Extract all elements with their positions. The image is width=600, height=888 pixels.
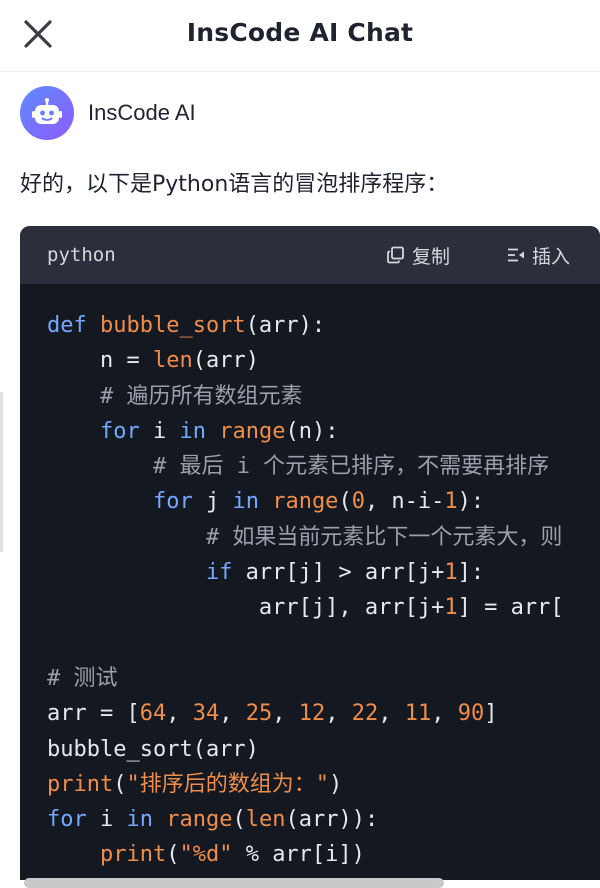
code-token: 1 [444, 489, 458, 515]
code-token: , [272, 701, 299, 727]
code-token: ] = arr[ [457, 595, 564, 621]
code-line: # 遍历所有数组元素 [20, 379, 600, 414]
code-token: , n-i- [364, 489, 445, 515]
code-token: bubble_sort [99, 313, 246, 338]
code-token: , [378, 701, 405, 727]
code-token: in [126, 807, 167, 833]
code-token: if [47, 560, 233, 586]
code-token: range [272, 489, 339, 515]
code-token: ( [166, 842, 180, 868]
code-line: bubble_sort(arr) [20, 732, 600, 767]
code-token: , [166, 701, 193, 727]
code-token: in [232, 489, 273, 515]
code-line: arr[j], arr[j+1] = arr[ [20, 590, 600, 625]
code-line: n = len(arr) [20, 343, 600, 378]
message-intro-text: 好的，以下是Python语言的冒泡排序程序： [20, 172, 449, 197]
code-token: (arr) [192, 348, 259, 374]
code-token: 34 [192, 701, 220, 727]
code-line: # 如果当前元素比下一个元素大，则 [20, 520, 600, 555]
code-token: len [245, 807, 286, 833]
avatar [20, 86, 74, 140]
code-token: , [325, 701, 352, 727]
code-token: 1 [444, 595, 458, 621]
code-token: def [47, 313, 100, 338]
copy-icon [387, 246, 404, 264]
insert-icon [508, 248, 524, 262]
code-block: python 复制 插入 def bubble_sort(arr): n = l… [20, 226, 600, 880]
code-token: in [179, 418, 220, 444]
code-token: # 如果当前元素比下一个元素大，则 [47, 524, 563, 550]
sender-name: InsCode AI [88, 100, 196, 125]
code-line: arr = [64, 34, 25, 12, 22, 11, 90] [20, 696, 600, 731]
code-token: (arr)): [285, 807, 379, 833]
code-token: ): [457, 489, 485, 515]
code-token: ( [338, 489, 352, 515]
code-token: arr[j] > arr[j+ [232, 560, 445, 586]
code-token: range [219, 418, 286, 444]
code-token: 64 [139, 701, 167, 727]
code-line: def bubble_sort(arr): [20, 308, 600, 343]
code-token: ) [328, 771, 343, 797]
code-token: ] [484, 701, 498, 727]
code-line: # 最后 i 个元素已排序，不需要再排序 [20, 449, 600, 484]
code-line: print("排序后的数组为：") [20, 767, 600, 802]
code-token: ]: [457, 560, 485, 586]
code-token: j [192, 489, 233, 515]
code-token: # 遍历所有数组元素 [47, 383, 303, 409]
code-token: n = [47, 348, 153, 374]
code-token: 22 [351, 701, 379, 727]
code-token: len [152, 348, 193, 374]
code-token: % arr[i]) [232, 842, 365, 868]
code-token: bubble_sort(arr) [47, 736, 259, 762]
code-block-header: python 复制 插入 [20, 226, 600, 284]
code-token: for [47, 807, 87, 833]
code-token: 12 [298, 701, 326, 727]
insert-button[interactable]: 插入 [506, 240, 570, 270]
insert-button-label: 插入 [532, 245, 571, 268]
code-line: for j in range(0, n-i-1): [20, 484, 600, 519]
code-line: # 测试 [20, 661, 600, 696]
code-token: arr[j], arr[j+ [47, 595, 445, 621]
code-token: # 测试 [47, 665, 118, 691]
code-token: # 最后 i 个元素已排序，不需要再排序 [47, 454, 550, 480]
code-language-label: python [47, 244, 116, 266]
code-token: "排序后的数组为：" [126, 771, 329, 797]
code-token: 0 [351, 489, 365, 515]
code-token: range [166, 807, 233, 833]
message-sender: InsCode AI [20, 86, 196, 140]
code-line: for i in range(len(arr)): [20, 802, 600, 837]
code-token: ( [232, 807, 246, 833]
code-token: print [47, 771, 114, 797]
code-token: (n): [285, 418, 339, 444]
code-token: i [139, 418, 180, 444]
code-token: , [219, 701, 246, 727]
horizontal-scrollbar[interactable] [24, 878, 444, 888]
code-line: for i in range(n): [20, 414, 600, 449]
code-token: for [47, 418, 140, 444]
code-line: if arr[j] > arr[j+1]: [20, 555, 600, 590]
code-line: print("%d" % arr[i]) [20, 837, 600, 872]
copy-button[interactable]: 复制 [386, 240, 450, 270]
code-token: print [47, 842, 167, 868]
code-token: i [86, 807, 127, 833]
code-token: for [47, 489, 193, 515]
code-token: (arr): [245, 313, 326, 338]
code-token: arr = [ [47, 701, 140, 727]
top-bar: InsCode AI Chat [0, 0, 600, 72]
code-token: "%d" [179, 842, 233, 868]
code-token: 11 [404, 701, 432, 727]
code-token: 1 [444, 560, 458, 586]
code-token: 25 [245, 701, 273, 727]
code-token: 90 [457, 701, 485, 727]
scroll-edge-indicator [0, 392, 3, 552]
robot-icon [32, 98, 62, 124]
page-title: InsCode AI Chat [186, 18, 414, 47]
code-content: def bubble_sort(arr): n = len(arr) # 遍历所… [20, 284, 600, 880]
code-token: , [431, 701, 458, 727]
code-token: ( [113, 771, 127, 797]
copy-button-label: 复制 [412, 245, 451, 268]
